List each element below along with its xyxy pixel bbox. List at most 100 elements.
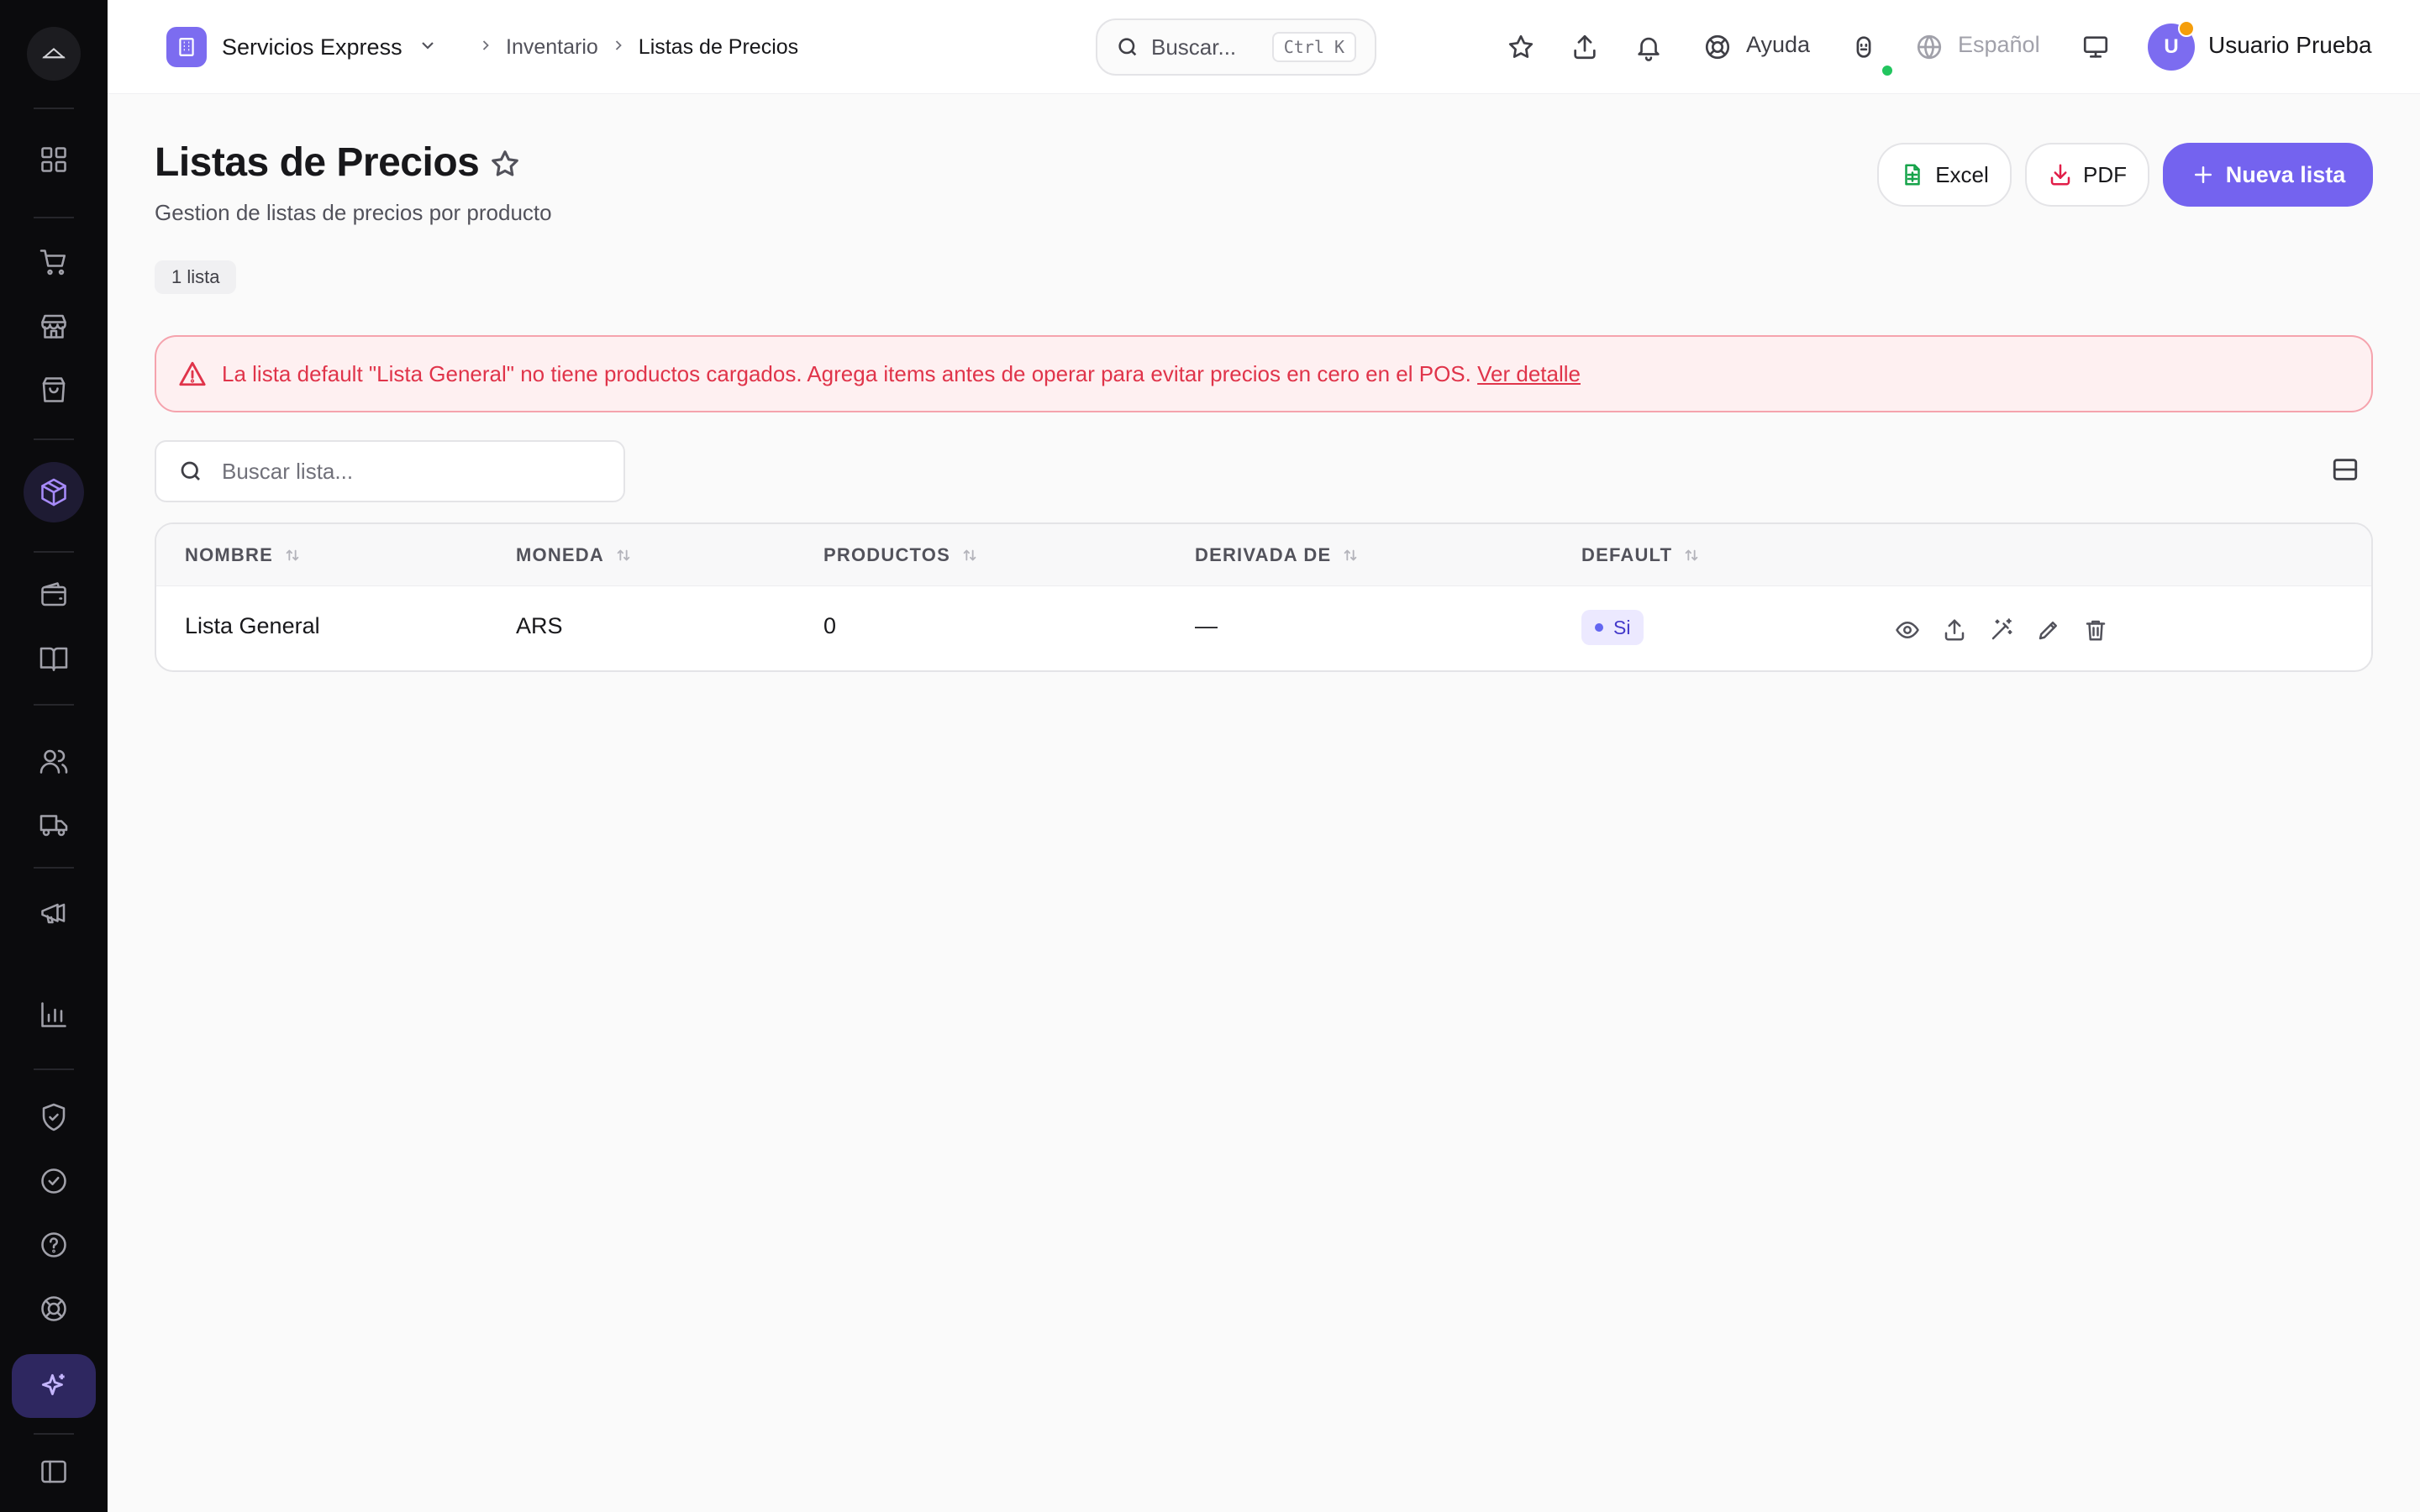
ai-assistant-button[interactable]: [12, 1354, 96, 1418]
sidebar-divider: [34, 704, 74, 706]
export-pdf-button[interactable]: PDF: [2025, 143, 2149, 207]
megaphone-icon: [41, 903, 66, 924]
sidebar-item-users[interactable]: [24, 731, 84, 791]
help-label[interactable]: Ayuda: [1746, 32, 1810, 58]
truck-icon: [39, 815, 68, 837]
sidebar-divider: [34, 438, 74, 440]
alert-detail-link[interactable]: Ver detalle: [1477, 361, 1581, 386]
sidebar-item-tasks[interactable]: [24, 1151, 84, 1211]
logo-icon: [42, 48, 66, 59]
users-icon: [39, 749, 68, 774]
sidebar-item-store[interactable]: [24, 296, 84, 356]
org-name: Servicios Express: [222, 34, 402, 60]
favorites-button[interactable]: [1502, 29, 1539, 66]
sidebar-item-delivery[interactable]: [24, 795, 84, 855]
column-header-productos[interactable]: PRODUCTOS: [823, 544, 979, 566]
list-search-input[interactable]: [222, 458, 592, 485]
help-button[interactable]: [1699, 29, 1736, 66]
share-button[interactable]: [1566, 29, 1603, 66]
upload-icon: [1574, 34, 1596, 60]
avatar-status-dot: [2178, 20, 2195, 37]
sidebar-item-wallet[interactable]: [24, 564, 84, 625]
sort-icon: [1344, 549, 1357, 561]
cell-moneda: ARS: [516, 613, 563, 638]
search-icon: [1118, 38, 1137, 56]
column-header-nombre[interactable]: NOMBRE: [185, 544, 302, 566]
trash-icon: [2086, 620, 2106, 641]
sort-icon: [617, 549, 630, 561]
column-header-default[interactable]: DEFAULT: [1581, 544, 1701, 566]
view-toggle-button[interactable]: [2331, 455, 2360, 488]
sidebar-divider: [34, 217, 74, 218]
cart-icon: [39, 249, 66, 276]
sort-icon: [1685, 549, 1698, 561]
star-icon: [1508, 34, 1534, 58]
search-shortcut: Ctrl K: [1271, 32, 1356, 62]
sidebar-item-marketing[interactable]: [24, 882, 84, 942]
app-logo[interactable]: [27, 27, 81, 81]
table-header: NOMBRE MONEDA PRODUCTOS DERIVADA DE DEFA…: [156, 524, 2371, 586]
magic-wand-icon: [1991, 618, 2012, 640]
sidebar-item-purchases[interactable]: [24, 360, 84, 420]
sidebar-item-books[interactable]: [24, 628, 84, 689]
list-search-field[interactable]: [155, 440, 625, 502]
question-icon: [41, 1232, 66, 1257]
language-button[interactable]: [1911, 29, 1948, 66]
robot-icon: [1856, 36, 1871, 58]
list-count-badge: 1 lista: [155, 260, 237, 294]
notifications-button[interactable]: [1630, 29, 1667, 66]
sidebar-item-inventory[interactable]: [24, 462, 84, 522]
wallet-icon: [41, 582, 66, 606]
sidebar-item-support[interactable]: [24, 1278, 84, 1339]
page-subtitle: Gestion de listas de precios por product…: [155, 200, 552, 225]
view-button[interactable]: [1891, 613, 1924, 647]
excel-label: Excel: [1935, 161, 1989, 187]
edit-button[interactable]: [2032, 613, 2065, 647]
new-list-button[interactable]: Nueva lista: [2163, 143, 2373, 207]
sidebar-divider: [34, 108, 74, 109]
search-icon: [181, 461, 200, 480]
chart-icon: [41, 1002, 66, 1027]
org-switcher[interactable]: Servicios Express: [166, 27, 438, 67]
global-search[interactable]: Buscar... Ctrl K: [1096, 18, 1376, 76]
badge-dot: [1595, 623, 1603, 632]
delete-button[interactable]: [2079, 613, 2112, 647]
sort-icon: [286, 549, 299, 561]
warning-alert: La lista default "Lista General" no tien…: [155, 335, 2373, 412]
table-row[interactable]: Lista General ARS 0 — Si: [156, 586, 2371, 670]
cell-productos: 0: [823, 613, 837, 638]
monitor-icon: [2083, 36, 2108, 58]
page-title: Listas de Precios: [155, 140, 480, 185]
pencil-icon: [2039, 622, 2057, 640]
sidebar-item-security[interactable]: [24, 1087, 84, 1147]
user-name[interactable]: Usuario Prueba: [2208, 32, 2372, 59]
sidebar-divider: [34, 1068, 74, 1070]
grid-icon: [41, 147, 66, 172]
shield-icon: [42, 1103, 66, 1131]
display-button[interactable]: [2077, 29, 2114, 66]
sidebar-item-dashboard[interactable]: [24, 129, 84, 190]
column-header-moneda[interactable]: MONEDA: [516, 544, 633, 566]
warning-triangle-icon: [179, 361, 206, 386]
sidebar-item-sales[interactable]: [24, 232, 84, 292]
language-label[interactable]: Español: [1958, 32, 2040, 58]
sidebar-collapse-button[interactable]: [24, 1441, 84, 1502]
sidebar-item-reports[interactable]: [24, 984, 84, 1045]
breadcrumb-inventario[interactable]: Inventario: [506, 35, 598, 60]
building-icon: [166, 27, 207, 67]
auto-fill-button[interactable]: [1985, 613, 2018, 647]
star-icon: [492, 150, 518, 176]
alert-message: La lista default "Lista General" no tien…: [222, 360, 1581, 386]
pdf-label: PDF: [2083, 161, 2127, 187]
assistant-status-button[interactable]: [1845, 29, 1882, 66]
favorite-page-button[interactable]: [489, 148, 521, 184]
store-icon: [41, 314, 66, 339]
sidebar-item-help[interactable]: [24, 1215, 84, 1275]
export-excel-button[interactable]: Excel: [1877, 143, 2012, 207]
export-row-button[interactable]: [1938, 613, 1971, 647]
sidebar-toggle-icon: [41, 1460, 66, 1483]
price-lists-table: NOMBRE MONEDA PRODUCTOS DERIVADA DE DEFA…: [155, 522, 2373, 672]
chevron-down-icon: [418, 35, 438, 60]
default-value: Si: [1613, 616, 1631, 638]
column-header-derivada[interactable]: DERIVADA DE: [1195, 544, 1360, 566]
